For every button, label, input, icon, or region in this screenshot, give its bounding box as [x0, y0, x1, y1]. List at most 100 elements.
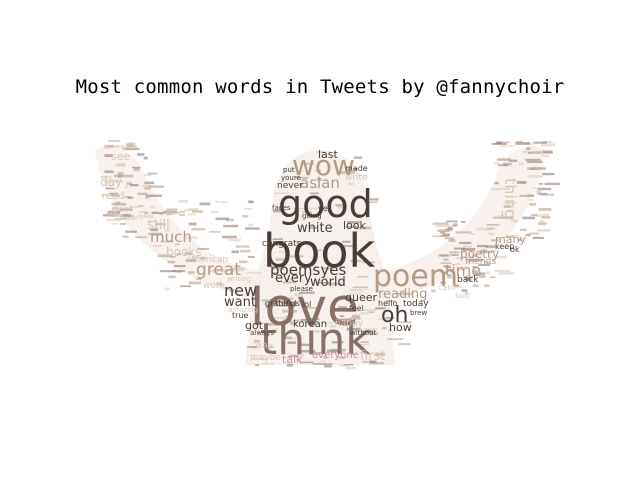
cloud-word: soft: [455, 291, 470, 300]
filler-mark: [191, 228, 206, 231]
filler-mark: [147, 172, 158, 175]
filler-mark: [111, 223, 118, 225]
filler-mark: [244, 227, 260, 230]
cloud-word: last: [318, 148, 338, 161]
filler-mark: [526, 147, 531, 150]
page-title: Most common words in Tweets by @fannycho…: [75, 76, 565, 98]
cloud-word: work: [203, 281, 225, 291]
cloud-word: white: [297, 221, 333, 236]
filler-mark: [146, 185, 161, 188]
filler-mark: [484, 284, 490, 288]
filler-mark: [125, 143, 135, 146]
cloud-word: heart: [121, 213, 143, 222]
filler-mark: [526, 160, 543, 163]
filler-mark: [538, 222, 547, 225]
filler-mark: [516, 140, 523, 144]
filler-mark: [151, 211, 160, 214]
filler-mark: [174, 265, 186, 268]
filler-mark: [455, 231, 472, 234]
cloud-word: see: [111, 150, 131, 163]
filler-mark: [398, 343, 411, 346]
cloud-word: feel: [349, 304, 364, 313]
filler-mark: [215, 217, 229, 221]
filler-mark: [541, 143, 556, 147]
filler-mark: [529, 203, 536, 206]
filler-mark: [191, 210, 203, 213]
cloud-word: without: [350, 329, 377, 337]
cloud-word: hello: [378, 299, 398, 308]
filler-mark: [240, 249, 251, 253]
filler-mark: [493, 162, 500, 165]
filler-mark: [124, 230, 137, 233]
cloud-word: first: [360, 349, 386, 364]
filler-mark: [499, 272, 515, 275]
filler-mark: [438, 254, 451, 257]
filler-mark: [461, 221, 466, 224]
filler-mark: [364, 288, 370, 290]
filler-mark: [119, 223, 126, 225]
filler-mark: [115, 164, 126, 167]
cloud-word: talk: [282, 353, 303, 366]
filler-mark: [451, 254, 459, 256]
filler-mark: [448, 239, 456, 242]
cloud-word: lol: [302, 300, 312, 309]
cloud-word: always: [250, 329, 275, 337]
filler-mark: [108, 140, 120, 142]
filler-mark: [524, 158, 541, 161]
filler-mark: [145, 194, 162, 197]
filler-mark: [137, 153, 145, 156]
filler-mark: [387, 338, 404, 340]
filler-mark: [530, 214, 538, 216]
filler-mark: [222, 235, 237, 239]
cloud-word: back: [457, 275, 479, 285]
filler-mark: [494, 269, 511, 273]
filler-mark: [363, 309, 377, 312]
filler-mark: [126, 182, 132, 185]
filler-mark: [490, 276, 496, 278]
filler-mark: [244, 208, 253, 210]
cloud-word: please: [290, 285, 313, 293]
filler-mark: [494, 181, 499, 185]
cloud-word: grateful: [265, 299, 297, 308]
filler-mark: [179, 285, 191, 288]
filler-mark: [495, 141, 502, 145]
filler-mark: [106, 219, 122, 222]
filler-mark: [538, 183, 544, 185]
filler-mark: [532, 187, 543, 190]
cloud-word: happy: [335, 319, 363, 329]
filler-mark: [144, 174, 152, 177]
filler-mark: [522, 150, 528, 154]
filler-mark: [535, 190, 542, 193]
filler-mark: [127, 196, 134, 199]
filler-mark: [440, 234, 450, 237]
filler-mark: [104, 170, 114, 173]
cloud-word: congrats: [262, 239, 302, 249]
filler-mark: [446, 220, 458, 223]
filler-mark: [476, 227, 493, 231]
filler-mark: [485, 271, 491, 274]
filler-mark: [339, 364, 350, 367]
filler-mark: [179, 211, 185, 213]
cloud-word: everyone: [312, 350, 359, 361]
filler-mark: [453, 223, 458, 227]
cloud-word: youre: [281, 174, 301, 182]
cloud-word: friends: [465, 257, 497, 267]
filler-mark: [528, 198, 534, 201]
filler-mark: [168, 275, 176, 279]
filler-mark: [199, 202, 211, 206]
filler-mark: [159, 212, 164, 215]
filler-mark: [435, 224, 451, 228]
filler-mark: [490, 188, 499, 191]
filler-mark: [537, 192, 548, 195]
filler-mark: [215, 200, 220, 203]
filler-mark: [188, 222, 197, 226]
filler-mark: [459, 241, 472, 245]
cloud-word: keep: [495, 242, 515, 251]
filler-mark: [437, 229, 450, 232]
cloud-word: how: [389, 321, 412, 334]
cloud-word: day: [100, 175, 123, 189]
cloud-word: maybe: [250, 353, 281, 363]
filler-mark: [231, 250, 239, 254]
filler-mark: [228, 238, 241, 242]
filler-mark: [529, 232, 539, 235]
